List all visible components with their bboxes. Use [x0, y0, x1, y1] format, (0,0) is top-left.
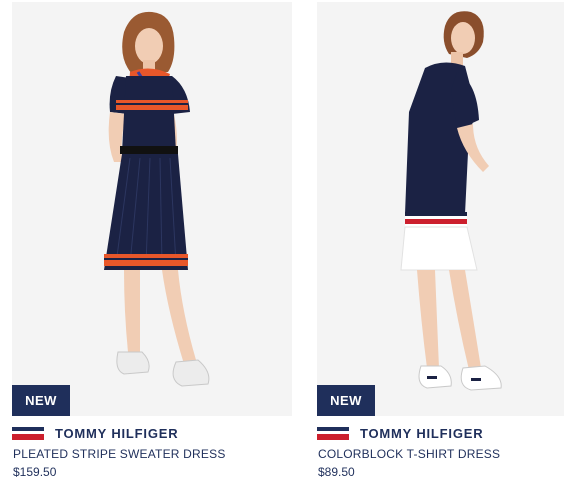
new-badge: NEW: [317, 385, 375, 416]
tommy-flag-icon: [12, 426, 44, 440]
product-price: $159.50: [13, 465, 57, 479]
brand-row: TOMMY HILFIGER: [12, 425, 178, 441]
product-image[interactable]: [317, 2, 564, 416]
product-grid: NEW TOMMY HILFIGER PLEATED STRIPE SWEATE…: [0, 0, 564, 483]
product-card[interactable]: NEW TOMMY HILFIGER PLEATED STRIPE SWEATE…: [12, 0, 292, 483]
brand-name: TOMMY HILFIGER: [360, 425, 484, 441]
product-image[interactable]: [12, 2, 292, 416]
tommy-flag-icon: [317, 426, 349, 440]
product-name-link[interactable]: COLORBLOCK T-SHIRT DRESS: [318, 447, 500, 461]
brand-name: TOMMY HILFIGER: [55, 425, 179, 441]
brand-row: TOMMY HILFIGER: [317, 425, 483, 441]
new-badge: NEW: [12, 385, 70, 416]
product-card[interactable]: NEW TOMMY HILFIGER COLORBLOCK T-SHIRT DR…: [317, 0, 564, 483]
product-name-link[interactable]: PLEATED STRIPE SWEATER DRESS: [13, 447, 226, 461]
product-price: $89.50: [318, 465, 355, 479]
